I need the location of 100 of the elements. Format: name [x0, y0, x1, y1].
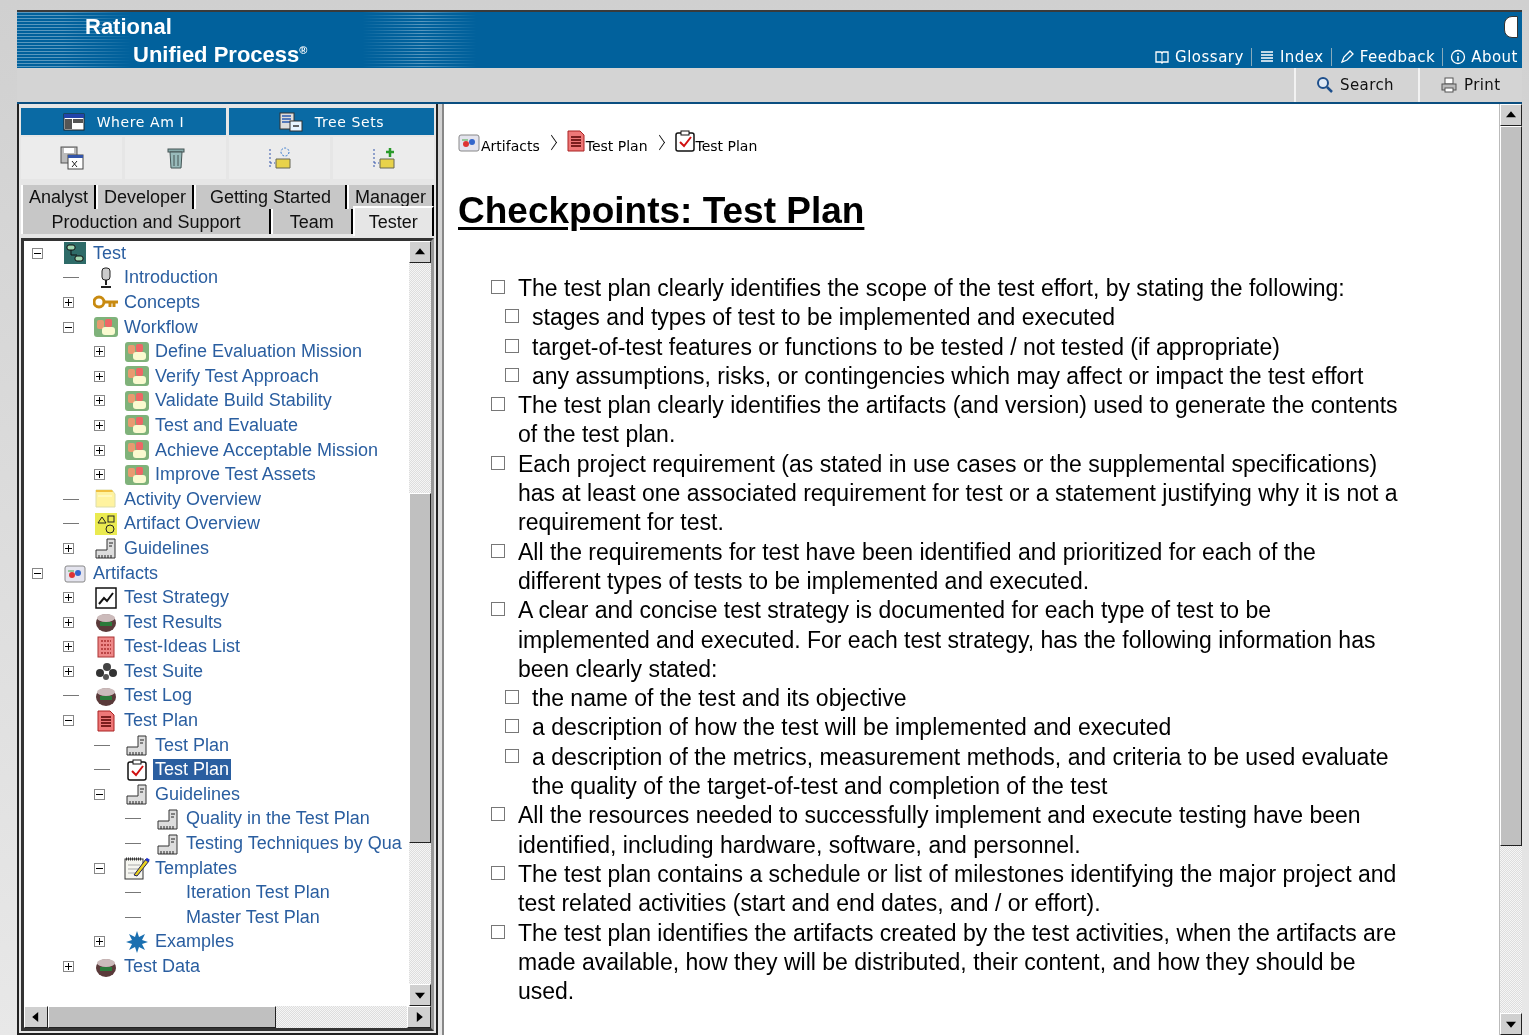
expand-icon[interactable]	[94, 395, 105, 407]
expand-icon[interactable]	[94, 346, 105, 358]
checkbox[interactable]	[491, 397, 505, 412]
checkbox[interactable]	[505, 367, 519, 382]
view-tab[interactable]: Tree Sets	[229, 108, 434, 135]
scroll-thumb[interactable]	[409, 493, 431, 843]
checkbox[interactable]	[505, 338, 519, 353]
role-tab[interactable]: Manager	[346, 185, 434, 209]
scrollbar[interactable]	[409, 241, 431, 1006]
scroll-left-icon[interactable]	[24, 1006, 48, 1028]
cluster-icon	[94, 661, 118, 682]
scroll-thumb[interactable]	[1500, 126, 1522, 846]
tree-item[interactable]: Artifacts	[91, 562, 160, 584]
scroll-down-icon[interactable]	[1500, 1013, 1522, 1035]
header-link[interactable]: Glossary	[1154, 48, 1244, 66]
tool-button[interactable]	[21, 137, 122, 179]
ruler-icon	[157, 832, 179, 855]
checkbox[interactable]	[505, 309, 519, 324]
expand-icon[interactable]	[63, 542, 74, 554]
checkbox[interactable]	[491, 807, 505, 822]
role-tab[interactable]: Developer	[96, 185, 195, 209]
scroll-right-icon[interactable]	[407, 1006, 431, 1028]
tree-item[interactable]: Test Plan	[122, 710, 201, 732]
tree-item[interactable]: Templates	[153, 857, 240, 879]
expand-icon[interactable]	[63, 641, 74, 653]
tree-item[interactable]: Test Data	[122, 956, 203, 977]
expand-icon[interactable]	[63, 297, 74, 308]
expand-icon[interactable]	[94, 936, 105, 948]
tree-item[interactable]: Artifact Overview	[122, 513, 263, 535]
tree-item[interactable]: Guidelines	[153, 783, 243, 805]
tree-item[interactable]: Test Results	[122, 611, 225, 633]
expand-icon[interactable]	[63, 665, 74, 677]
tree-item[interactable]: Test-Ideas List	[122, 636, 243, 658]
tree-item[interactable]: Examples	[153, 931, 237, 953]
collapse-icon[interactable]	[63, 715, 74, 727]
expand-icon[interactable]	[94, 370, 105, 382]
expand-icon[interactable]	[63, 592, 74, 604]
role-tab[interactable]: Analyst	[21, 185, 97, 209]
expand-icon[interactable]	[63, 616, 74, 628]
scroll-thumb[interactable]	[48, 1006, 276, 1028]
view-tab[interactable]: Where Am I	[21, 108, 226, 135]
checkbox[interactable]	[505, 719, 519, 734]
tree-item[interactable]: Test Suite	[122, 660, 206, 682]
expand-icon[interactable]	[94, 469, 105, 481]
checkbox[interactable]	[491, 455, 505, 470]
tree-item[interactable]: Testing Techniques by Qua	[184, 833, 404, 855]
breadcrumb-link[interactable]: Artifacts	[481, 138, 540, 154]
breadcrumb-link[interactable]: Test Plan	[695, 138, 758, 154]
tree-item[interactable]: Workflow	[122, 316, 200, 338]
checkbox[interactable]	[505, 690, 519, 705]
collapse-icon[interactable]	[32, 567, 43, 579]
tree-item[interactable]: Test Plan	[153, 734, 232, 756]
header-link[interactable]: Index	[1258, 48, 1324, 66]
save-icon	[58, 145, 85, 171]
tree-item[interactable]: Validate Build Stability	[153, 390, 334, 412]
role-tab[interactable]: Tester	[352, 206, 434, 236]
scrollbar[interactable]	[1499, 104, 1522, 1035]
tree-item[interactable]: Test Plan	[153, 759, 232, 781]
role-tab[interactable]: Getting Started	[194, 185, 347, 209]
checkbox[interactable]	[491, 924, 505, 939]
scroll-down-icon[interactable]	[409, 984, 431, 1006]
tool-button[interactable]	[125, 137, 226, 179]
scroll-up-icon[interactable]	[409, 241, 431, 263]
collapse-icon[interactable]	[1504, 16, 1518, 38]
scrollbar[interactable]	[24, 1006, 431, 1028]
tree-item[interactable]: Activity Overview	[122, 488, 264, 510]
checkbox[interactable]	[491, 543, 505, 558]
tree-item[interactable]: Guidelines	[122, 537, 212, 559]
people-icon	[125, 440, 149, 461]
collapse-icon[interactable]	[63, 321, 74, 333]
expand-icon[interactable]	[63, 961, 74, 972]
tree-item[interactable]: Master Test Plan	[184, 906, 322, 928]
scroll-up-icon[interactable]	[1500, 104, 1522, 126]
tree-item[interactable]: Test and Evaluate	[153, 414, 301, 436]
tree-item[interactable]: Test	[91, 242, 128, 264]
breadcrumb-link[interactable]: Test Plan	[585, 138, 648, 154]
tree-item[interactable]: Iteration Test Plan	[184, 882, 332, 904]
checkpoint-text: a description of the metrics, measurement methods, and criteria to be used evaluate the quality of the target-of-test and completion of the test	[532, 742, 1390, 802]
checkbox[interactable]	[491, 280, 505, 294]
role-tab[interactable]: Production and Support	[21, 209, 271, 234]
expand-icon[interactable]	[94, 419, 105, 431]
collapse-icon[interactable]	[94, 788, 105, 800]
tree-item[interactable]: Verify Test Approach	[153, 365, 321, 387]
header-link[interactable]: Feedback	[1338, 48, 1436, 66]
expand-icon[interactable]	[94, 444, 105, 456]
role-tab[interactable]: Team	[271, 209, 353, 234]
checkbox[interactable]	[491, 602, 505, 617]
checkbox[interactable]	[491, 865, 505, 880]
header-link[interactable]: About	[1450, 48, 1518, 66]
tree-item[interactable]: Test Strategy	[122, 587, 232, 609]
checkbox[interactable]	[505, 748, 519, 763]
tree-item[interactable]: Improve Test Assets	[153, 464, 318, 486]
tree-item[interactable]: Introduction	[122, 267, 221, 289]
tree-item[interactable]: Quality in the Test Plan	[184, 808, 372, 830]
collapse-icon[interactable]	[94, 862, 105, 874]
collapse-icon[interactable]	[32, 247, 43, 259]
tree-item[interactable]: Test Log	[122, 685, 195, 707]
tree-item[interactable]: Define Evaluation Mission	[153, 341, 365, 363]
tree-item[interactable]: Achieve Acceptable Mission	[153, 439, 381, 461]
tree-item[interactable]: Concepts	[122, 292, 203, 313]
